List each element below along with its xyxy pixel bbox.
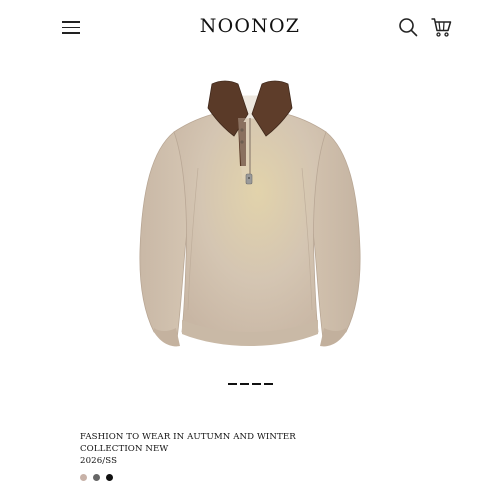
cart-button[interactable]	[430, 16, 452, 38]
carousel-dot[interactable]	[228, 383, 237, 385]
color-swatch[interactable]	[93, 474, 100, 481]
sweater-illustration	[139, 80, 361, 347]
search-button[interactable]	[398, 17, 418, 37]
caption-line-2: COLLECTION NEW	[80, 444, 169, 454]
brand-logo[interactable]: NOONOZ	[0, 15, 500, 37]
caption-line-3: 2026/SS	[80, 456, 118, 466]
product-caption: FASHION TO WEAR IN AUTUMN AND WINTER COL…	[80, 431, 296, 467]
carousel-dot[interactable]	[252, 383, 261, 385]
shopping-cart-icon	[431, 18, 452, 37]
color-swatch[interactable]	[80, 474, 87, 481]
product-image[interactable]	[130, 70, 370, 360]
site-header: NOONOZ	[0, 0, 500, 56]
caption-line-1: FASHION TO WEAR IN AUTUMN AND WINTER	[80, 432, 296, 442]
color-swatch[interactable]	[106, 474, 113, 481]
search-icon	[399, 18, 418, 37]
carousel-indicator	[228, 383, 273, 387]
carousel-dot[interactable]	[240, 383, 249, 385]
carousel-dot[interactable]	[264, 383, 273, 385]
